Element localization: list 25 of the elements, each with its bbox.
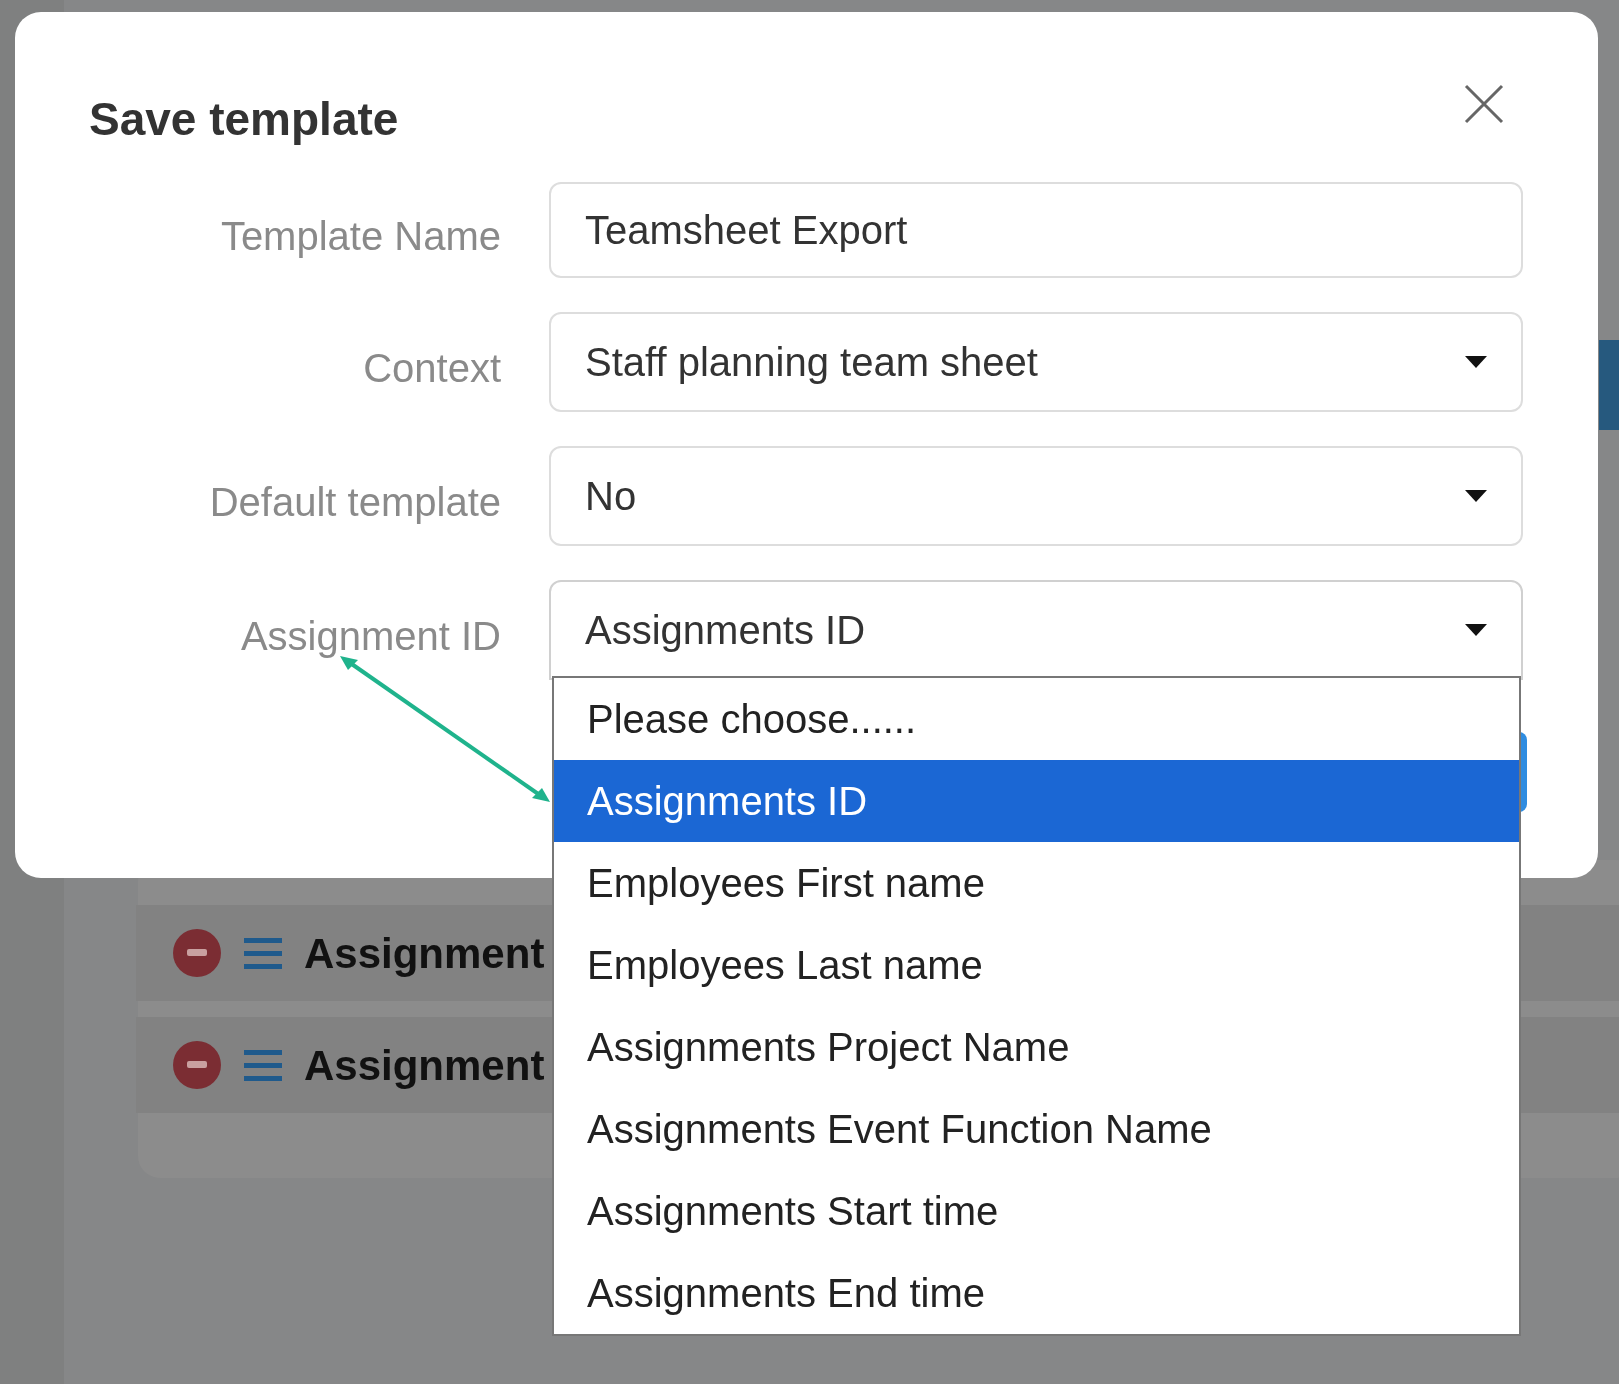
field-label: Default template <box>208 479 502 526</box>
dropdown-option[interactable]: Assignments Event Function Name <box>554 1088 1519 1170</box>
close-icon[interactable] <box>1464 84 1504 124</box>
dropdown-option[interactable]: Please choose...... <box>554 678 1519 760</box>
remove-icon[interactable] <box>172 928 222 978</box>
field-label: Template Name <box>219 213 502 260</box>
caret-icon <box>1465 356 1487 368</box>
dropdown-option[interactable]: Assignments Project Name <box>554 1006 1519 1088</box>
dropdown-option[interactable]: Employees Last name <box>554 924 1519 1006</box>
drag-handle-icon[interactable] <box>244 936 282 970</box>
select-field[interactable]: No <box>549 446 1523 546</box>
row-label: Assignment <box>304 1040 545 1091</box>
row-label: Assignment <box>304 928 545 979</box>
dropdown-option[interactable]: Employees First name <box>554 842 1519 924</box>
dropdown-option[interactable]: Assignments ID <box>554 760 1519 842</box>
field-label: Assignment ID <box>239 613 502 660</box>
select-field[interactable]: Staff planning team sheet <box>549 312 1523 412</box>
remove-icon[interactable] <box>172 1040 222 1090</box>
dropdown-option[interactable]: Assignments Start time <box>554 1170 1519 1252</box>
field-label: Context <box>362 345 502 392</box>
caret-icon <box>1465 624 1487 636</box>
drag-handle-icon[interactable] <box>244 1048 282 1082</box>
caret-icon <box>1465 490 1487 502</box>
template-name-field[interactable]: Teamsheet Export <box>549 182 1523 278</box>
dropdown-option[interactable]: Assignments End time <box>554 1252 1519 1334</box>
